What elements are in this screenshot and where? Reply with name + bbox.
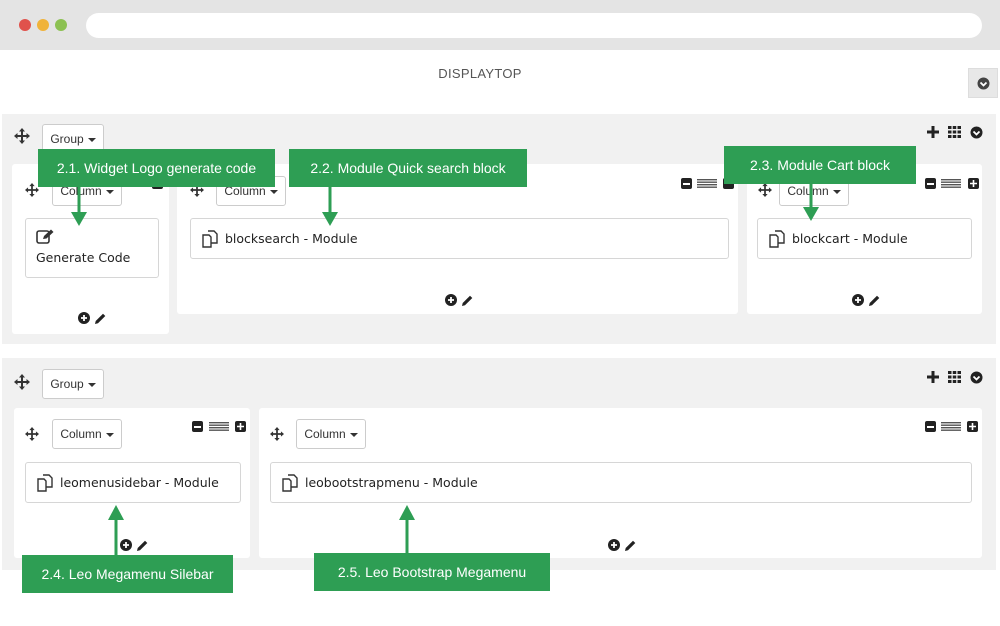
callout-arrows bbox=[71, 184, 819, 555]
